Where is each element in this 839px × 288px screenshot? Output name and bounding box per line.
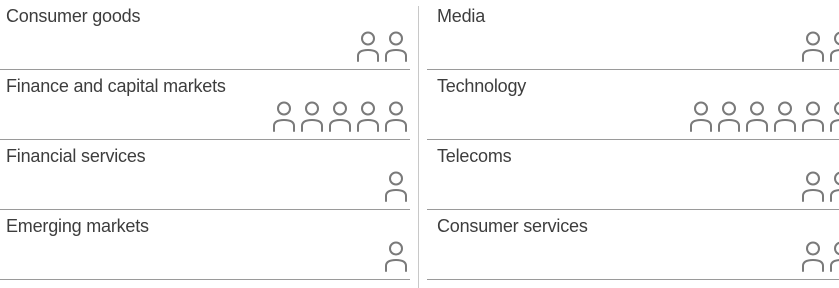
- sector-row: Telecoms: [427, 140, 839, 210]
- people-icons: [801, 30, 839, 62]
- sector-label: Telecoms: [437, 146, 512, 166]
- person-outline-icon: [384, 170, 408, 202]
- column-divider: [418, 6, 419, 288]
- person-outline-icon: [356, 100, 380, 132]
- sector-label: Finance and capital markets: [6, 76, 226, 96]
- sector-row: Financial services: [0, 140, 410, 210]
- people-icons: [689, 100, 839, 132]
- sector-row: Finance and capital markets: [0, 70, 410, 140]
- people-icons: [272, 100, 408, 132]
- sector-label: Consumer goods: [6, 6, 141, 26]
- people-icons: [356, 30, 408, 62]
- people-icons: [801, 240, 839, 272]
- person-outline-icon: [829, 100, 839, 132]
- person-outline-icon: [773, 100, 797, 132]
- person-outline-icon: [272, 100, 296, 132]
- sector-label: Technology: [437, 76, 527, 96]
- person-outline-icon: [801, 240, 825, 272]
- people-icons: [384, 240, 408, 272]
- person-outline-icon: [300, 100, 324, 132]
- person-outline-icon: [384, 100, 408, 132]
- person-outline-icon: [829, 30, 839, 62]
- sector-label: Consumer services: [437, 216, 588, 236]
- sector-label: Financial services: [6, 146, 146, 166]
- sector-row: Emerging markets: [0, 210, 410, 280]
- person-outline-icon: [356, 30, 380, 62]
- person-outline-icon: [689, 100, 713, 132]
- sector-column-right: Media Technology Telecoms Consumer servi…: [427, 0, 839, 280]
- person-outline-icon: [801, 170, 825, 202]
- person-outline-icon: [801, 30, 825, 62]
- sector-row: Technology: [427, 70, 839, 140]
- person-outline-icon: [384, 30, 408, 62]
- sector-column-left: Consumer goods Finance and capital marke…: [0, 0, 410, 280]
- person-outline-icon: [384, 240, 408, 272]
- people-icons: [801, 170, 839, 202]
- sector-row: Media: [427, 0, 839, 70]
- person-outline-icon: [829, 170, 839, 202]
- sector-label: Emerging markets: [6, 216, 149, 236]
- person-outline-icon: [829, 240, 839, 272]
- sector-label: Media: [437, 6, 486, 26]
- person-outline-icon: [717, 100, 741, 132]
- sector-row: Consumer services: [427, 210, 839, 280]
- people-icons: [384, 170, 408, 202]
- person-outline-icon: [801, 100, 825, 132]
- sector-row: Consumer goods: [0, 0, 410, 70]
- person-outline-icon: [745, 100, 769, 132]
- person-outline-icon: [328, 100, 352, 132]
- sector-grid: Consumer goods Finance and capital marke…: [0, 0, 839, 288]
